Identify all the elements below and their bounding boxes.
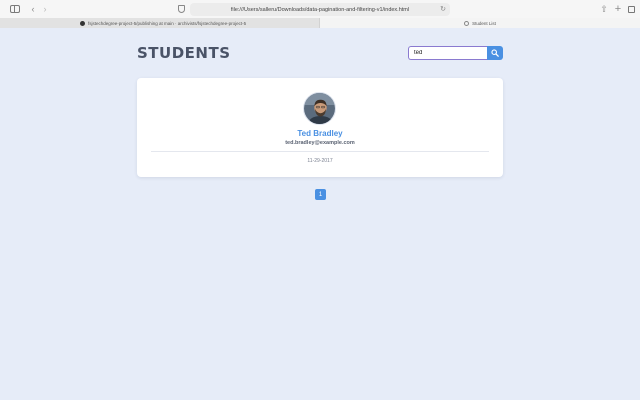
github-icon (80, 20, 85, 26)
tab-github-label: fsjstechdegree-project-5/publishing at m… (88, 20, 247, 26)
page-title: STUDENTS (137, 44, 231, 62)
tab-overview-icon[interactable] (626, 3, 636, 15)
card-divider (151, 151, 489, 152)
page-button-1[interactable]: 1 (315, 189, 326, 200)
tab-student-list-label: Student List (472, 20, 496, 26)
student-card: Ted Bradley ted.bradley@example.com 11-2… (137, 78, 503, 177)
browser-toolbar: ‹ › file:///Users/salleru/Downloads/data… (0, 0, 640, 18)
new-tab-icon[interactable]: + (613, 3, 623, 15)
address-text: file:///Users/salleru/Downloads/data-pag… (230, 6, 410, 13)
tab-github[interactable]: fsjstechdegree-project-5/publishing at m… (0, 18, 320, 28)
globe-icon (464, 20, 470, 26)
search-button[interactable] (487, 46, 503, 60)
pagination: 1 (315, 189, 326, 200)
back-button[interactable]: ‹ (28, 3, 38, 15)
student-name: Ted Bradley (297, 129, 343, 138)
joined-date: 11-29-2017 (307, 158, 333, 164)
forward-button[interactable]: › (40, 3, 50, 15)
search-form (408, 46, 503, 60)
avatar (303, 92, 336, 125)
student-email: ted.bradley@example.com (285, 140, 355, 146)
reload-icon[interactable]: ↻ (440, 5, 446, 13)
search-icon (491, 49, 499, 57)
privacy-shield-icon[interactable] (176, 3, 186, 15)
tab-student-list[interactable]: Student List (320, 18, 640, 28)
sidebar-toggle-icon[interactable] (6, 3, 24, 15)
share-icon[interactable]: ⇧ (599, 3, 609, 15)
address-bar[interactable]: file:///Users/salleru/Downloads/data-pag… (190, 3, 450, 16)
search-input[interactable] (408, 46, 487, 60)
tab-bar: fsjstechdegree-project-5/publishing at m… (0, 18, 640, 28)
